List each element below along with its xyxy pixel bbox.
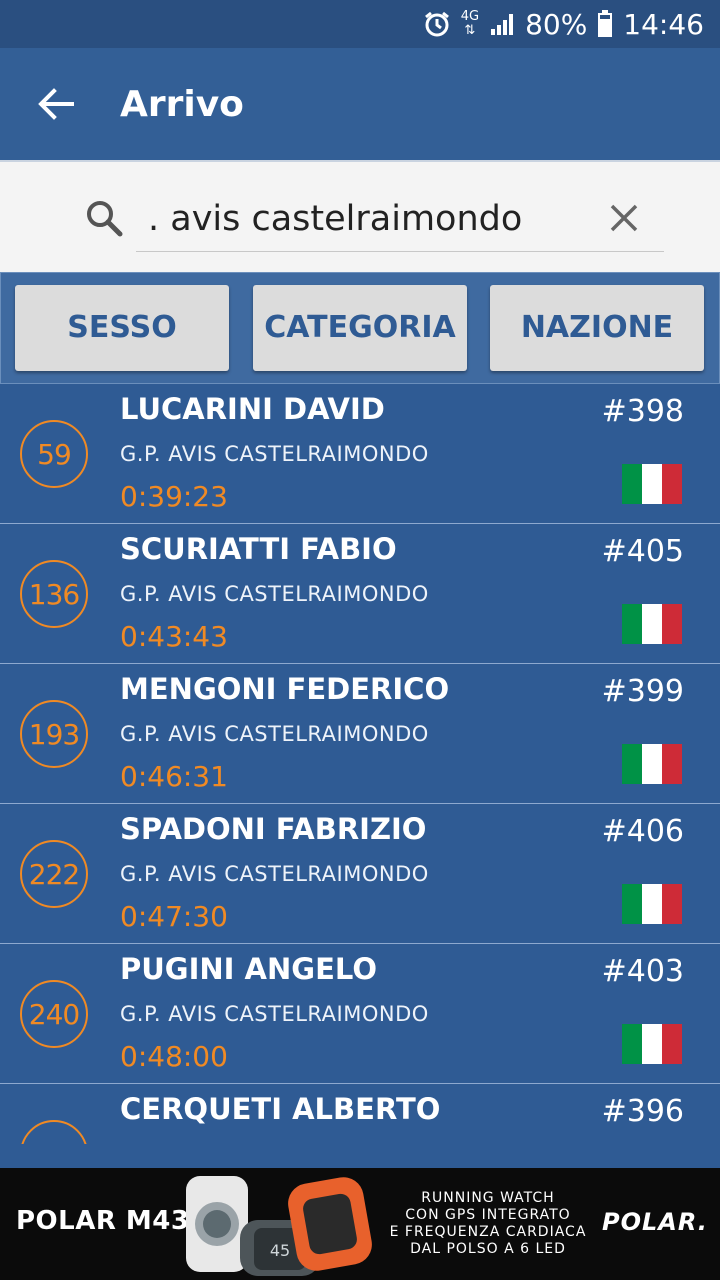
result-row[interactable]: 59 LUCARINI DAVID G.P. AVIS CASTELRAIMON… [0,384,720,524]
ad-line: DAL POLSO A 6 LED [410,1241,566,1257]
filter-nation-button[interactable]: NAZIONE [490,285,704,371]
club-name: G.P. AVIS CASTELRAIMONDO [120,722,429,746]
athlete-name: SCURIATTI FABIO [120,532,397,566]
finish-time: 0:48:00 [120,1040,228,1073]
close-icon [610,204,638,232]
filter-sex-button[interactable]: SESSO [15,285,229,371]
filter-category-button[interactable]: CATEGORIA [253,285,467,371]
signal-icon [489,11,515,37]
position-badge: 193 [20,700,88,768]
italy-flag-icon [622,464,682,504]
italy-flag-icon [622,884,682,924]
bib-number: #396 [601,1094,684,1129]
bib-number: #405 [601,534,684,569]
athlete-name: PUGINI ANGELO [120,952,377,986]
results-list[interactable]: 59 LUCARINI DAVID G.P. AVIS CASTELRAIMON… [0,384,720,1144]
result-row[interactable]: CERQUETI ALBERTO #396 [0,1084,720,1144]
athlete-name: SPADONI FABRIZIO [120,812,427,846]
battery-percent: 80% [525,7,588,41]
position-badge: 240 [20,980,88,1048]
search-icon [87,201,123,237]
position-badge: 59 [20,420,88,488]
arrow-left-icon [38,88,74,120]
status-icons: 4G ⇅ 80% 14:46 [423,6,704,42]
club-name: G.P. AVIS CASTELRAIMONDO [120,442,429,466]
ad-line: CON GPS INTEGRATO [405,1207,571,1223]
position-badge: 136 [20,560,88,628]
search-input[interactable] [136,186,664,252]
ad-line: RUNNING WATCH [421,1190,555,1206]
athlete-name: MENGONI FEDERICO [120,672,450,706]
network-4g-icon: 4G ⇅ [460,9,480,38]
club-name: G.P. AVIS CASTELRAIMONDO [120,1002,429,1026]
finish-time: 0:39:23 [120,480,228,513]
app-bar: Arrivo [0,48,720,160]
result-row[interactable]: 240 PUGINI ANGELO G.P. AVIS CASTELRAIMON… [0,944,720,1084]
bib-number: #399 [601,674,684,709]
position-badge [20,1120,88,1144]
status-bar: 4G ⇅ 80% 14:46 [0,0,720,48]
finish-time: 0:43:43 [120,620,228,653]
ad-banner[interactable]: POLAR M430 45 RUNNING WATCH CON GPS INTE… [0,1168,720,1280]
battery-icon [597,10,613,38]
clear-search-button[interactable] [602,196,646,240]
polar-logo: POLAR. [602,1208,708,1236]
ad-description: RUNNING WATCH CON GPS INTEGRATO E FREQUE… [388,1190,588,1258]
athlete-name: CERQUETI ALBERTO [120,1092,441,1126]
bib-number: #398 [601,394,684,429]
result-row[interactable]: 136 SCURIATTI FABIO G.P. AVIS CASTELRAIM… [0,524,720,664]
back-button[interactable] [28,78,84,130]
position-badge: 222 [20,840,88,908]
alarm-icon [423,10,451,38]
bib-number: #403 [601,954,684,989]
result-row[interactable]: 193 MENGONI FEDERICO G.P. AVIS CASTELRAI… [0,664,720,804]
filter-bar: SESSO CATEGORIA NAZIONE [0,272,720,384]
italy-flag-icon [622,744,682,784]
result-row[interactable]: 222 SPADONI FABRIZIO G.P. AVIS CASTELRAI… [0,804,720,944]
network-type-label: 4G [460,9,480,24]
ad-line: E FREQUENZA CARDIACA [389,1224,587,1240]
italy-flag-icon [622,1024,682,1064]
bib-number: #406 [601,814,684,849]
finish-time: 0:46:31 [120,760,228,793]
watch-image: 45 [186,1176,372,1276]
club-name: G.P. AVIS CASTELRAIMONDO [120,862,429,886]
page-title: Arrivo [120,84,244,125]
athlete-name: LUCARINI DAVID [120,392,385,426]
clock: 14:46 [623,7,704,41]
finish-time: 0:47:30 [120,900,228,933]
italy-flag-icon [622,604,682,644]
svg-text:45: 45 [270,1241,290,1260]
ad-product-name: POLAR M430 [16,1206,209,1236]
club-name: G.P. AVIS CASTELRAIMONDO [120,582,429,606]
